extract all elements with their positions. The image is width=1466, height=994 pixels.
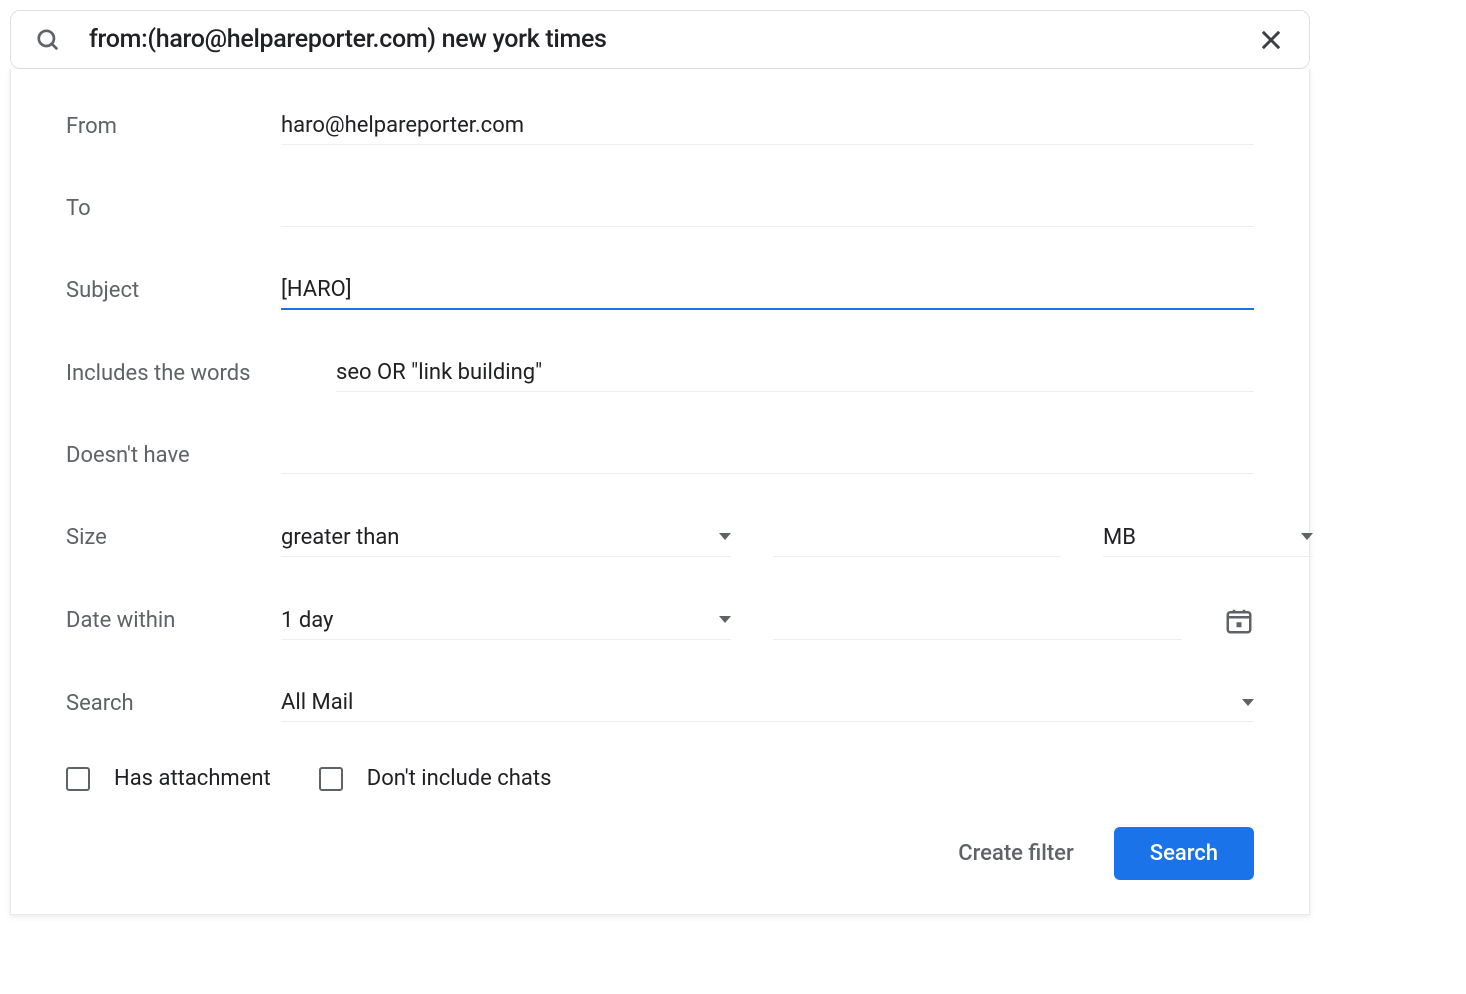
checkbox-box-icon <box>66 767 90 791</box>
search-in-label: Search <box>66 691 281 716</box>
to-label: To <box>66 196 281 221</box>
subject-label: Subject <box>66 278 281 303</box>
includes-input[interactable] <box>336 354 1254 392</box>
has-attachment-label: Has attachment <box>114 766 271 791</box>
size-unit-value: MB <box>1103 519 1301 556</box>
from-row: From <box>66 107 1254 145</box>
advanced-search-form: From To Subject Includes the words <box>10 69 1310 915</box>
includes-row: Includes the words <box>66 354 1254 392</box>
search-icon <box>35 27 61 53</box>
search-in-select[interactable]: All Mail <box>281 684 1254 722</box>
date-row: Date within 1 day <box>66 601 1254 640</box>
subject-input[interactable] <box>281 271 1254 310</box>
chevron-down-icon <box>719 616 731 624</box>
dont-include-chats-checkbox[interactable]: Don't include chats <box>319 766 552 791</box>
size-number-input[interactable] <box>773 518 1061 557</box>
search-query-text[interactable]: from:(haro@helpareporter.com) new york t… <box>89 25 1257 54</box>
create-filter-button[interactable]: Create filter <box>958 827 1074 880</box>
size-label: Size <box>66 525 281 550</box>
from-input[interactable] <box>281 107 1254 145</box>
search-in-row: Search All Mail <box>66 684 1254 722</box>
size-row: Size greater than MB <box>66 518 1254 557</box>
checkbox-box-icon <box>319 767 343 791</box>
size-comparator-select[interactable]: greater than <box>281 519 731 557</box>
has-attachment-checkbox[interactable]: Has attachment <box>66 766 271 791</box>
checkbox-row: Has attachment Don't include chats <box>66 766 1254 791</box>
search-filter-panel: from:(haro@helpareporter.com) new york t… <box>10 10 1310 915</box>
dont-include-chats-label: Don't include chats <box>367 766 552 791</box>
search-bar: from:(haro@helpareporter.com) new york t… <box>10 10 1310 69</box>
search-in-value: All Mail <box>281 684 1242 721</box>
button-row: Create filter Search <box>66 827 1254 880</box>
includes-label: Includes the words <box>66 361 336 386</box>
chevron-down-icon <box>1301 533 1313 541</box>
doesnt-have-row: Doesn't have <box>66 436 1254 474</box>
date-label: Date within <box>66 608 281 633</box>
from-label: From <box>66 114 281 139</box>
search-button[interactable]: Search <box>1114 827 1254 880</box>
date-range-value: 1 day <box>281 602 719 639</box>
size-comparator-value: greater than <box>281 519 719 556</box>
date-range-select[interactable]: 1 day <box>281 602 731 640</box>
subject-row: Subject <box>66 271 1254 310</box>
calendar-icon[interactable] <box>1224 606 1254 636</box>
to-row: To <box>66 189 1254 227</box>
date-value-input[interactable] <box>773 601 1182 640</box>
chevron-down-icon <box>719 533 731 541</box>
chevron-down-icon <box>1242 699 1254 707</box>
size-unit-select[interactable]: MB <box>1103 519 1313 557</box>
close-icon[interactable] <box>1257 26 1285 54</box>
doesnt-have-label: Doesn't have <box>66 443 281 468</box>
doesnt-have-input[interactable] <box>281 436 1254 474</box>
to-input[interactable] <box>281 189 1254 227</box>
